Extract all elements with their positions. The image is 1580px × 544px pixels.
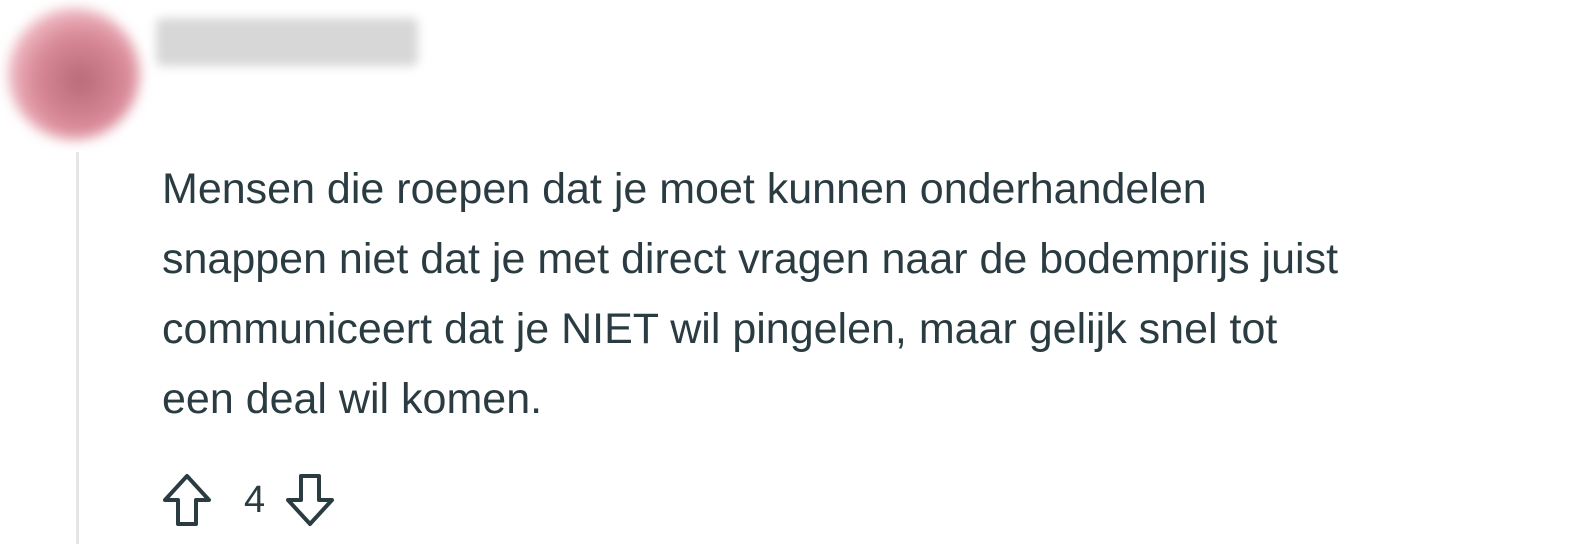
thread-line[interactable] bbox=[76, 152, 79, 544]
upvote-button[interactable] bbox=[160, 470, 214, 530]
avatar[interactable] bbox=[8, 8, 140, 140]
comment-body: Mensen die roepen dat je moet kunnen ond… bbox=[162, 165, 1339, 423]
upvote-icon bbox=[163, 474, 211, 526]
username-redacted[interactable] bbox=[156, 18, 418, 66]
downvote-icon bbox=[286, 474, 335, 526]
vote-count: 4 bbox=[244, 479, 266, 521]
comment-actions: 4 bbox=[160, 470, 337, 530]
downvote-button[interactable] bbox=[283, 470, 337, 530]
